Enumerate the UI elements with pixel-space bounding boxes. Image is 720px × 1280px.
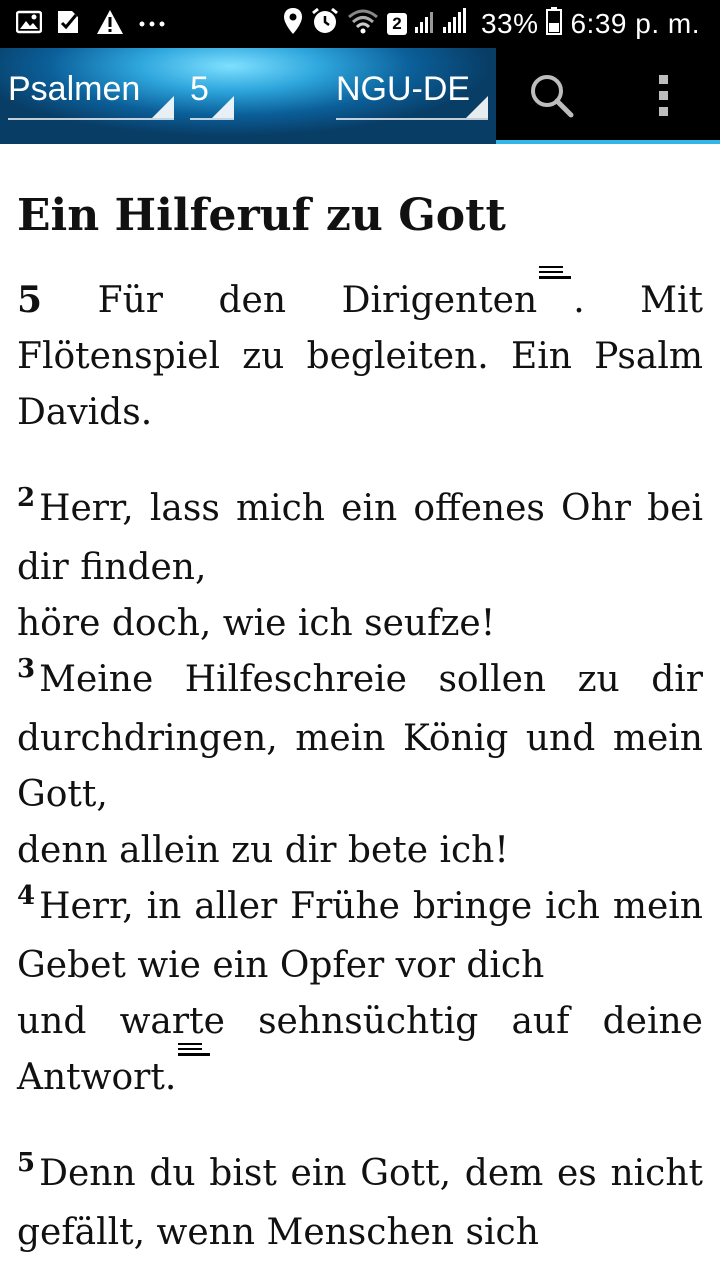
version-selector-underline — [336, 118, 488, 120]
app-toolbar: Psalmen 5 NGU-DE — [0, 48, 720, 144]
verse-number: 3 — [17, 654, 36, 684]
verse-paragraph: 5 Denn du bist ein Gott, dem es nicht gef… — [17, 1146, 703, 1261]
status-bar-right: 2 33% 6:39 p. m. — [283, 6, 700, 42]
verse-text: Meine Hilfeschreie sollen zu dir durchdr… — [17, 659, 703, 815]
verse-text: denn allein zu dir bete ich! — [17, 830, 509, 871]
battery-icon — [546, 6, 563, 42]
chapter-selector-underline — [190, 118, 234, 120]
verse-number: 5 — [17, 279, 43, 321]
verse-paragraph: 5 Für den Dirigenten. Mit Flötenspiel zu… — [17, 266, 703, 441]
status-bar: 2 33% 6:39 p. m. — [0, 0, 720, 48]
overflow-menu-button[interactable] — [616, 48, 712, 144]
warning-icon — [96, 9, 124, 40]
verse-number: 4 — [17, 881, 36, 911]
dropdown-triangle-icon — [152, 96, 174, 118]
status-bar-left — [15, 8, 166, 40]
verse-text: höre doch, wie ich seufze! — [17, 603, 496, 644]
sim-badge: 2 — [386, 13, 407, 35]
more-dots-icon — [138, 15, 166, 33]
overflow-menu-icon — [659, 75, 668, 116]
image-icon — [15, 10, 43, 39]
dropdown-triangle-icon — [466, 96, 488, 118]
dropdown-triangle-icon — [212, 96, 234, 118]
chapter-selector-label: 5 — [190, 70, 209, 108]
check-icon — [56, 9, 82, 40]
clock: 6:39 p. m. — [570, 8, 700, 39]
book-selector-underline — [8, 118, 174, 120]
section-heading: Ein Hilferuf zu Gott — [17, 190, 506, 241]
search-button[interactable] — [504, 48, 600, 144]
verse-text: und warte sehnsüchtig auf deine Antwort. — [17, 1001, 703, 1098]
search-icon — [531, 75, 574, 118]
footnote-icon[interactable] — [178, 1043, 212, 1065]
verse-text: Herr, in aller Frühe bringe ich mein Geb… — [17, 886, 703, 986]
alarm-icon — [311, 7, 339, 42]
version-selector-label: NGU-DE — [336, 70, 471, 108]
passage-content: Ein Hilferuf zu Gott 5 Für den Dirigente… — [17, 146, 703, 1261]
toolbar-accent-line — [496, 140, 720, 144]
footnote-icon[interactable] — [539, 266, 573, 288]
verse-text: Denn du bist ein Gott, dem es nicht gefä… — [17, 1153, 703, 1253]
verse-number: 5 — [17, 1148, 36, 1178]
book-selector-label: Psalmen — [8, 70, 141, 108]
signal-icon — [414, 7, 473, 42]
version-selector[interactable]: NGU-DE — [336, 48, 488, 144]
verse-number: 2 — [17, 483, 36, 513]
chapter-selector[interactable]: 5 — [190, 48, 234, 144]
verse-text: Für den Dirigenten — [97, 280, 538, 321]
location-icon — [283, 7, 303, 42]
book-selector[interactable]: Psalmen — [8, 48, 174, 144]
battery-percent: 33% — [480, 8, 539, 39]
verse-paragraph: 2 Herr, lass mich ein offenes Ohr bei dir… — [17, 481, 703, 1106]
verse-text: Herr, lass mich ein offenes Ohr bei dir … — [17, 488, 703, 588]
wifi-icon — [347, 7, 379, 42]
